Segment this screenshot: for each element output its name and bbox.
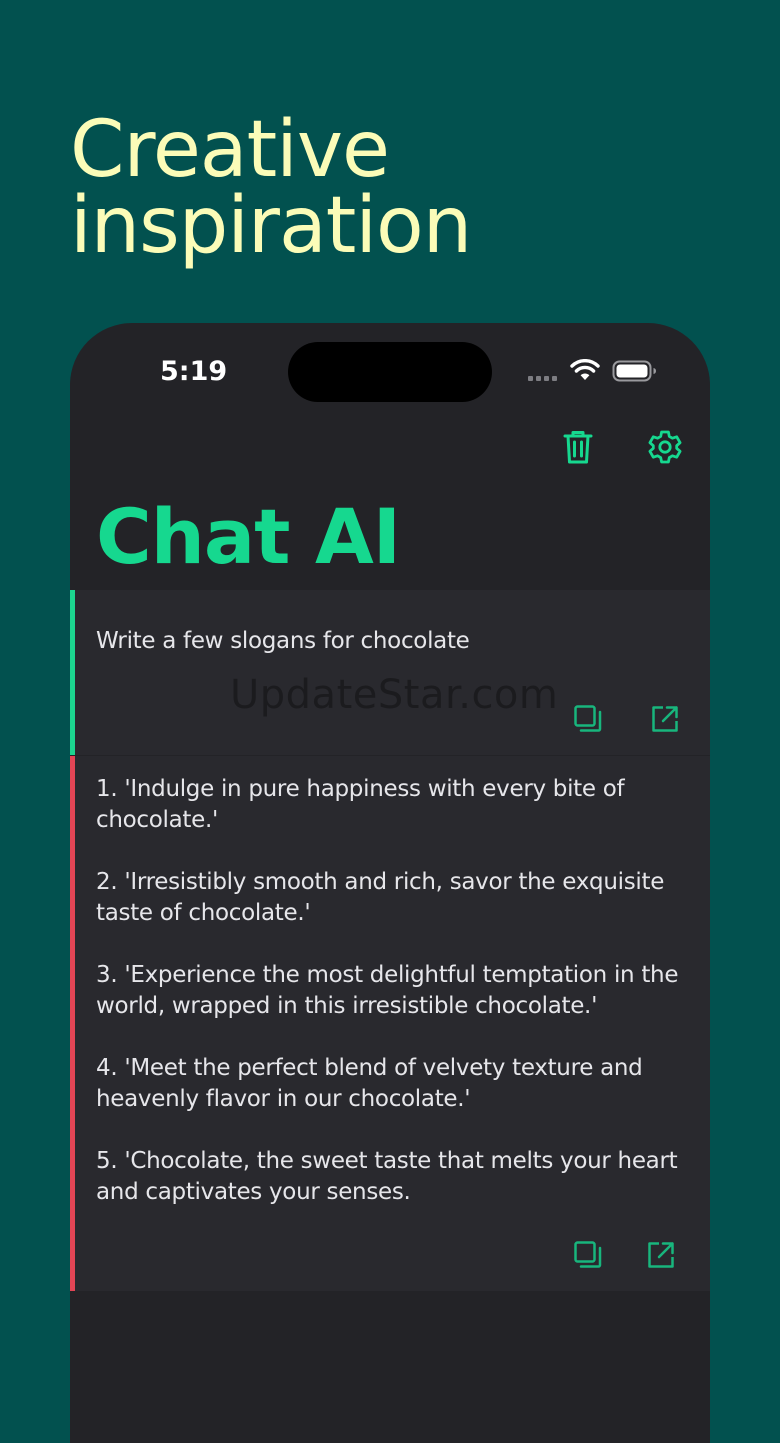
headline-line-2: inspiration [70, 181, 472, 271]
battery-icon [612, 360, 656, 382]
response-message[interactable]: 1. 'Indulge in pure happiness with every… [70, 756, 710, 1291]
copy-icon[interactable] [572, 703, 604, 735]
copy-icon[interactable] [572, 1239, 604, 1271]
share-icon[interactable] [645, 1239, 677, 1271]
slogan-item: 2. 'Irresistibly smooth and rich, savor … [96, 869, 665, 926]
cellular-signal-icon [528, 376, 557, 381]
slogan-item: 1. 'Indulge in pure happiness with every… [96, 776, 625, 833]
marketing-headline: Creative inspiration [70, 105, 472, 271]
app-title: Chat AI [96, 492, 401, 581]
dynamic-island [288, 342, 492, 402]
share-icon[interactable] [649, 703, 681, 735]
headline-line-1: Creative [70, 105, 390, 195]
response-text: 1. 'Indulge in pure happiness with every… [96, 774, 690, 1208]
gear-icon[interactable] [645, 427, 685, 467]
prompt-text: Write a few slogans for chocolate [96, 628, 470, 654]
watermark: UpdateStar.com [230, 672, 559, 718]
phone-screen: 5:19 Chat AI Write a few slogans for cho… [70, 323, 710, 1443]
status-bar: 5:19 [70, 323, 710, 423]
status-time: 5:19 [160, 356, 228, 387]
slogan-item: 4. 'Meet the perfect blend of velvety te… [96, 1055, 643, 1112]
slogan-item: 5. 'Chocolate, the sweet taste that melt… [96, 1148, 678, 1205]
trash-icon[interactable] [558, 427, 598, 467]
slogan-item: 3. 'Experience the most delightful tempt… [96, 962, 679, 1019]
wifi-icon [570, 359, 600, 380]
